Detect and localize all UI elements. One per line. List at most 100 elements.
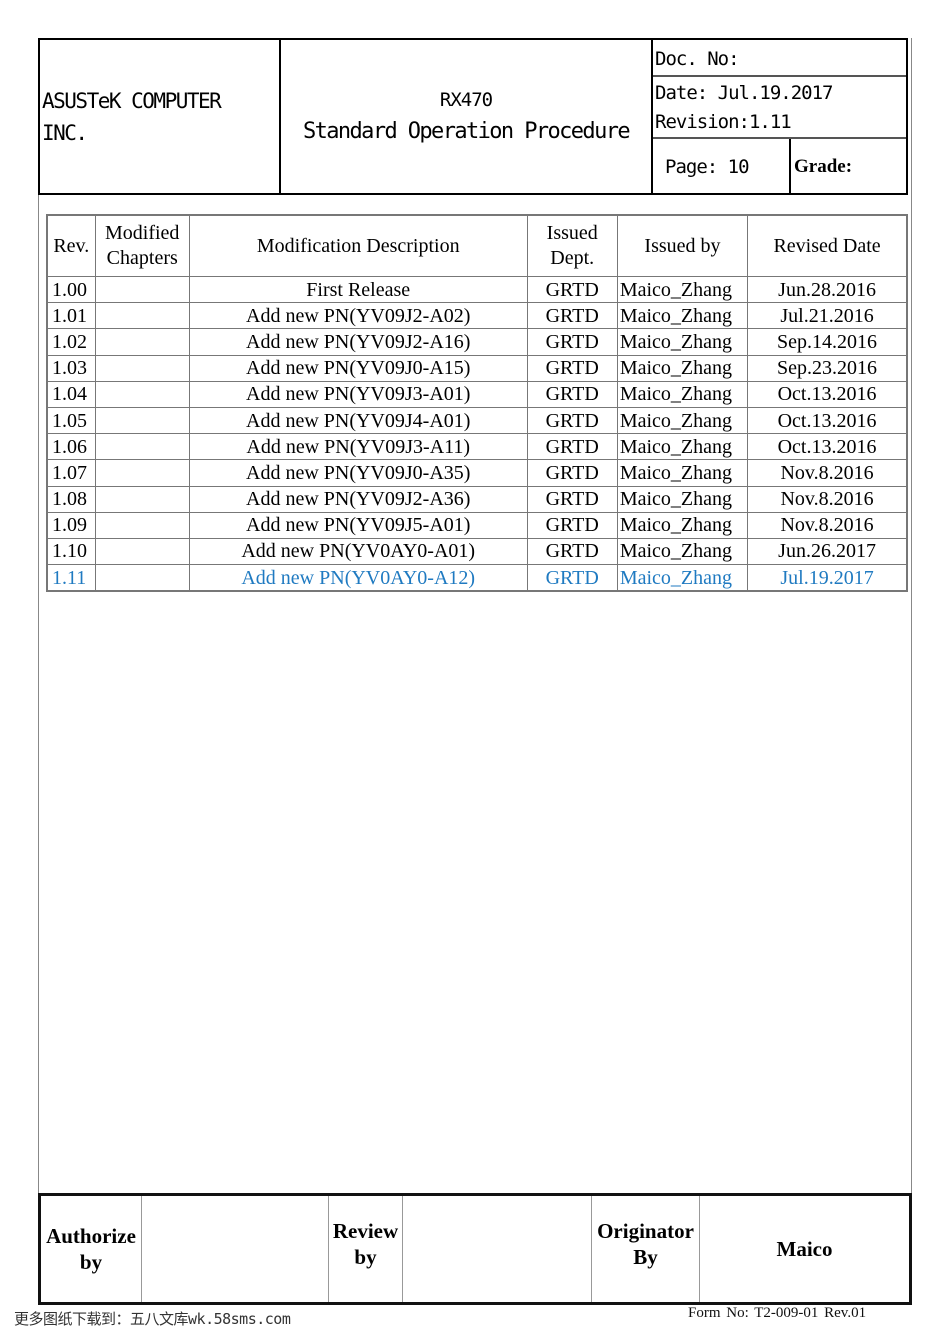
cell-rev: 1.04 [46,380,96,408]
cell-issued-dept: GRTD [526,354,618,382]
cell-revised-date: Jul.21.2016 [747,302,908,330]
cell-issued-by: Maico_Zhang [616,302,749,330]
cell-rev: 1.07 [46,459,96,487]
cell-issued-by: Maico_Zhang [616,328,749,356]
cell-description: Add new PN(YV09J5-A01) [188,511,528,539]
cell-issued-by: Maico_Zhang [616,406,749,435]
cell-revised-date: Jul.19.2017 [747,564,908,592]
cell-rev: 1.09 [46,511,96,539]
cell-issued-by: Maico_Zhang [616,564,749,592]
cell-issued-by: Maico_Zhang [616,433,749,461]
date-revision: Date: Jul.19.2017 Revision:1.11 [653,77,906,139]
col-header-issued-by: Issued by [616,214,749,277]
revision-rows: 1.00 First Release GRTD Maico_Zhang Jun.28.2… [46,275,908,592]
cell-description: Add new PN(YV09J0-A15) [188,354,528,382]
cell-description: Add new PN(YV09J2-A02) [188,302,528,330]
cell-issued-by: Maico_Zhang [616,485,749,513]
cell-issued-by: Maico_Zhang [616,354,749,382]
cell-issued-dept: GRTD [526,459,618,487]
col-header-revised-date: Revised Date [747,214,908,277]
table-row: 1.07 Add new PN(YV09J0-A35) GRTD Maico_Zhan… [46,459,908,487]
cell-revised-date: Jun.28.2016 [747,275,908,304]
cell-modified-chapters [94,406,190,435]
document-meta: Doc. No: Date: Jul.19.2017 Revision:1.11… [653,40,906,193]
cell-issued-dept: GRTD [526,302,618,330]
cell-description: Add new PN(YV09J3-A01) [188,380,528,408]
cell-description: Add new PN(YV09J0-A35) [188,459,528,487]
col-header-line: Chapters [106,247,178,269]
cell-issued-dept: GRTD [526,564,618,592]
authorize-label: Authorize by [39,1194,142,1304]
originator-name: Maico [699,1194,911,1304]
doc-date: Date: Jul.19.2017 [655,82,833,104]
cell-rev: 1.03 [46,354,96,382]
cell-revised-date: Oct.13.2016 [747,406,908,435]
table-header-row: Rev. Modified Chapters Modification Desc… [46,214,908,277]
cell-rev: 1.10 [46,537,96,566]
table-row: 1.09 Add new PN(YV09J5-A01) GRTD Maico_Zhan… [46,511,908,539]
originator-label: Originator By [591,1194,700,1304]
cell-issued-dept: GRTD [526,485,618,513]
cell-rev: 1.11 [46,564,96,592]
cell-modified-chapters [94,511,190,539]
cell-modified-chapters [94,564,190,592]
cell-rev: 1.08 [46,485,96,513]
cell-description: Add new PN(YV09J2-A36) [188,485,528,513]
review-label: Review by [328,1194,403,1304]
cell-issued-by: Maico_Zhang [616,511,749,539]
col-header-line: Dept. [550,247,595,269]
table-row: 1.02 Add new PN(YV09J2-A16) GRTD Maico_Zhan… [46,328,908,356]
cell-issued-dept: GRTD [526,433,618,461]
cell-rev: 1.00 [46,275,96,304]
col-header-issued-dept: Issued Dept. [526,214,618,277]
col-header-modified-chapters: Modified Chapters [94,214,190,277]
table-row: 1.05 Add new PN(YV09J4-A01) GRTD Maico_Zhan… [46,406,908,435]
cell-modified-chapters [94,380,190,408]
review-signature-field[interactable] [402,1194,592,1304]
label-line: by [79,1250,103,1274]
doc-number: Doc. No: [653,40,906,77]
cell-description: First Release [188,275,528,304]
company-line-1: ASUSTeK COMPUTER [42,88,222,113]
label-line: by [354,1245,377,1269]
cell-description: Add new PN(YV09J4-A01) [188,406,528,435]
table-row: 1.06 Add new PN(YV09J3-A11) GRTD Maico_Zhan… [46,433,908,461]
cell-revised-date: Sep.14.2016 [747,328,908,356]
label-line: Review [332,1219,399,1243]
cell-revised-date: Nov.8.2016 [747,485,908,513]
company-line-2: INC. [42,120,88,145]
cell-revised-date: Oct.13.2016 [747,433,908,461]
cell-issued-dept: GRTD [526,380,618,408]
cell-issued-dept: GRTD [526,537,618,566]
cell-revised-date: Sep.23.2016 [747,354,908,382]
cell-rev: 1.01 [46,302,96,330]
table-row: 1.03 Add new PN(YV09J0-A15) GRTD Maico_Zhan… [46,354,908,382]
document-title: Standard Operation Procedure [302,118,631,144]
doc-revision: Revision:1.11 [655,111,792,133]
cell-modified-chapters [94,302,190,330]
table-row: 1.00 First Release GRTD Maico_Zhang Jun.28.2… [46,275,908,304]
cell-issued-by: Maico_Zhang [616,459,749,487]
download-watermark: 更多图纸下载到：五八文库wk.58sms.com [14,1310,291,1328]
product-model: RX470 [439,88,493,111]
col-header-rev: Rev. [46,214,96,277]
cell-modified-chapters [94,328,190,356]
col-header-description: Modification Description [188,214,528,277]
cell-issued-by: Maico_Zhang [616,275,749,304]
cell-revised-date: Nov.8.2016 [747,511,908,539]
table-row: 1.01 Add new PN(YV09J2-A02) GRTD Maico_Zhan… [46,302,908,330]
cell-revised-date: Jun.26.2017 [747,537,908,566]
cell-revised-date: Oct.13.2016 [747,380,908,408]
authorize-signature-field[interactable] [141,1194,329,1304]
cell-issued-by: Maico_Zhang [616,380,749,408]
label-line: By [633,1245,658,1269]
cell-modified-chapters [94,485,190,513]
cell-modified-chapters [94,433,190,461]
page-number: Page: 10 [653,139,791,193]
label-line: Authorize [46,1224,136,1248]
cell-rev: 1.05 [46,406,96,435]
cell-revised-date: Nov.8.2016 [747,459,908,487]
cell-description: Add new PN(YV0AY0-A12) [188,564,528,592]
form-number: Form No: T2-009-01 Rev.01 [688,1305,867,1321]
col-header-line: Issued [546,222,598,244]
